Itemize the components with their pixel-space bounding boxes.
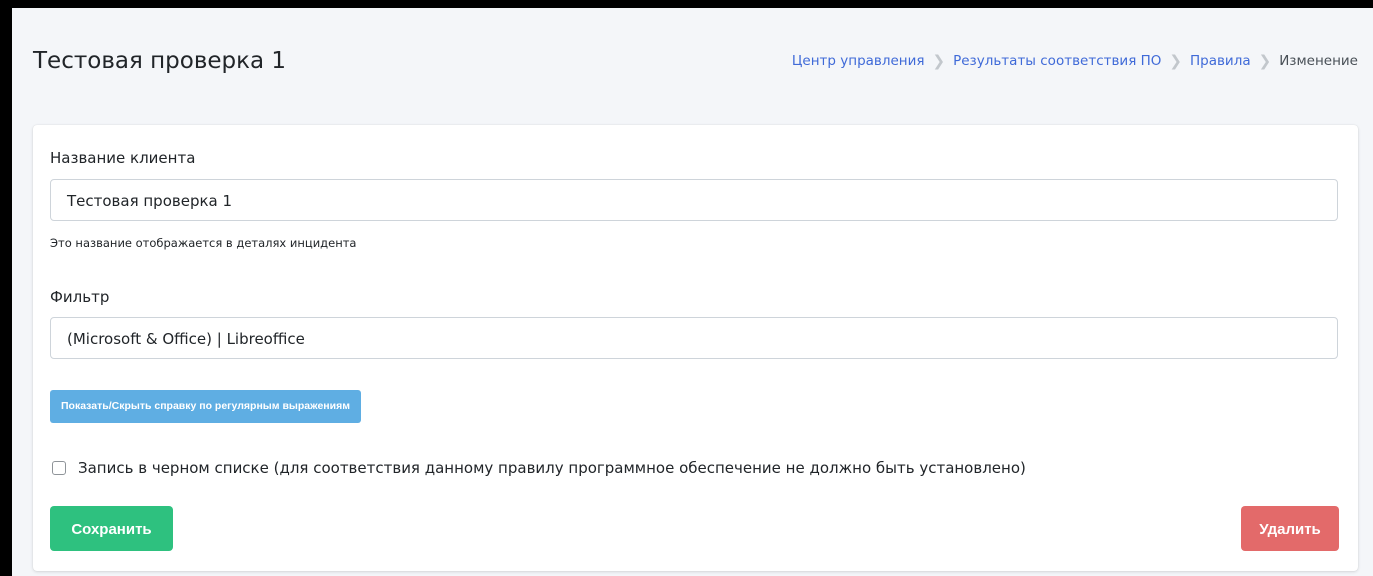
blacklist-checkbox-label[interactable]: Запись в черном списке (для соответствия…	[78, 458, 1026, 478]
breadcrumb-link-control-center[interactable]: Центр управления	[792, 51, 925, 71]
breadcrumb-current: Изменение	[1279, 53, 1358, 69]
delete-button[interactable]: Удалить	[1241, 506, 1339, 551]
chevron-right-icon: ❯	[1169, 52, 1182, 70]
chevron-right-icon: ❯	[932, 52, 946, 70]
filter-input[interactable]: (Microsoft & Office) | Libreoffice	[50, 317, 1338, 359]
edit-rule-form: Название клиента Тестовая проверка 1 Это…	[33, 125, 1358, 571]
save-button[interactable]: Сохранить	[50, 506, 173, 551]
blacklist-checkbox[interactable]	[52, 461, 66, 475]
breadcrumb: Центр управления ❯ Результаты соответств…	[792, 51, 1358, 71]
breadcrumb-link-rules[interactable]: Правила	[1190, 51, 1251, 71]
client-name-help-text: Это название отображается в деталях инци…	[50, 236, 357, 250]
app-frame: Тестовая проверка 1 Центр управления ❯ Р…	[12, 8, 1373, 576]
toggle-regex-help-button[interactable]: Показать/Скрыть справку по регулярным вы…	[50, 390, 361, 423]
blacklist-checkbox-row[interactable]: Запись в черном списке (для соответствия…	[52, 458, 1026, 478]
page-title: Тестовая проверка 1	[33, 48, 287, 74]
filter-label: Фильтр	[50, 288, 110, 306]
page-header: Тестовая проверка 1 Центр управления ❯ Р…	[12, 8, 1373, 105]
client-name-label: Название клиента	[50, 149, 196, 167]
breadcrumb-link-compliance-results[interactable]: Результаты соответствия ПО	[953, 51, 1161, 71]
client-name-input[interactable]: Тестовая проверка 1	[50, 179, 1338, 221]
chevron-right-icon: ❯	[1258, 52, 1272, 70]
